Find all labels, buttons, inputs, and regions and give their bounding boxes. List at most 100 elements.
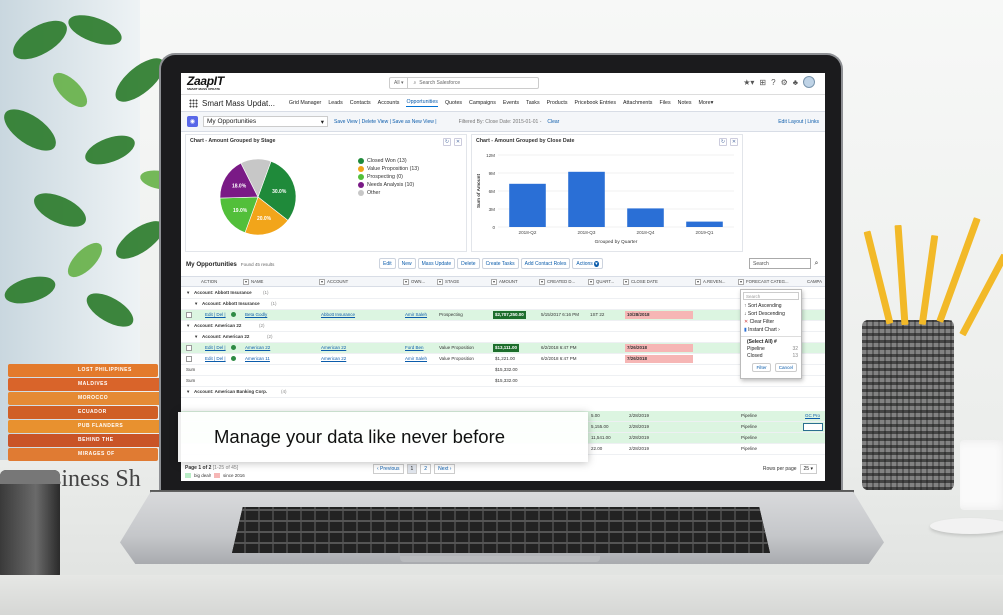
col-owner[interactable]: ▾ OWN... <box>403 279 425 285</box>
collapse-icon[interactable]: ▾ <box>195 301 197 307</box>
nav-item-opportunities[interactable]: Opportunities <box>406 99 438 107</box>
filter-option[interactable]: Pipeline 32 <box>741 346 801 353</box>
view-select[interactable]: My Opportunities ▾ <box>203 116 328 127</box>
nav-item-accounts[interactable]: Accounts <box>378 100 400 106</box>
row-account[interactable]: American 22 <box>321 345 346 350</box>
collapse-icon[interactable]: ▾ <box>187 290 189 296</box>
table-row[interactable]: Edit | Del | American 11 American 22 Ami… <box>181 354 825 365</box>
col-stage[interactable]: ▾ STAGE <box>437 279 459 285</box>
row-owner[interactable]: Ford Ben <box>405 345 424 350</box>
nav-item-contacts[interactable]: Contacts <box>350 100 371 106</box>
row-name[interactable]: American 22 <box>245 345 270 350</box>
row-actions[interactable]: Edit | Del | <box>205 312 226 317</box>
row-name[interactable]: Beta Godly <box>245 312 267 317</box>
nav-item-tasks[interactable]: Tasks <box>526 100 540 106</box>
collapse-icon[interactable]: ▾ <box>187 389 189 395</box>
group-row[interactable]: ▾ Account: American 22 (2) <box>181 332 825 343</box>
notifications-icon[interactable]: ♣ <box>793 78 798 87</box>
col-name[interactable]: ▾ NAME <box>243 279 263 285</box>
select-all-option[interactable]: (Select All) # <box>741 339 801 346</box>
col-forecast[interactable]: ▾ FORECAST CATEG... <box>738 279 789 285</box>
col-account[interactable]: ▾ ACCOUNT <box>319 279 348 285</box>
row-checkbox[interactable] <box>186 356 192 362</box>
nav-item-notes[interactable]: Notes <box>678 100 692 106</box>
nav-item-products[interactable]: Products <box>547 100 568 106</box>
column-menu-icon[interactable]: ▾ <box>243 279 249 285</box>
row-checkbox[interactable] <box>186 345 192 351</box>
row-account[interactable]: American 22 <box>321 356 346 361</box>
sort-descending-item[interactable]: ↓ Sort Descending <box>741 310 801 318</box>
col-amount[interactable]: ▾ AMOUNT <box>491 279 518 285</box>
column-menu-icon[interactable]: ▾ <box>539 279 545 285</box>
column-menu-icon[interactable]: ▾ <box>738 279 744 285</box>
filter-button[interactable]: Filter <box>752 363 771 372</box>
column-menu-icon[interactable]: ▾ <box>437 279 443 285</box>
add-contact-roles-button[interactable]: Add Contact Roles <box>520 258 571 269</box>
filter-option[interactable]: Closed 13 <box>741 353 801 360</box>
cancel-button[interactable]: Cancel <box>774 363 797 372</box>
search-icon[interactable]: ⌕ <box>812 258 821 269</box>
nav-item-quotes[interactable]: Quotes <box>445 100 462 106</box>
clear-filter-item[interactable]: ✕ Clear Filter <box>741 318 801 326</box>
column-menu-icon[interactable]: ▾ <box>403 279 409 285</box>
help-icon[interactable]: ? <box>771 78 775 87</box>
next-page-button[interactable]: Next › <box>434 464 456 474</box>
clear-filter-link[interactable]: Clear <box>547 119 559 125</box>
group-row[interactable]: ▾ Account: American 22 (2) <box>181 321 825 332</box>
column-menu-icon[interactable]: ▾ <box>695 279 701 285</box>
row-actions[interactable]: Edit | Del | <box>205 345 226 350</box>
global-search[interactable]: All ▾ ⌕ Search Salesforce <box>389 77 539 89</box>
col-revenue[interactable]: ▾ A.REVEN... <box>695 279 725 285</box>
sort-ascending-item[interactable]: ↑ Sort Ascending <box>741 302 801 310</box>
instant-chart-item[interactable]: ▮ Instant Chart › <box>741 326 801 334</box>
view-actions-links[interactable]: Save View | Delete View | Save as New Vi… <box>334 119 437 125</box>
filter-search-input[interactable]: Search <box>743 292 799 300</box>
previous-page-button[interactable]: ‹ Previous <box>373 464 404 474</box>
nav-item-attachments[interactable]: Attachments <box>623 100 652 106</box>
column-menu-icon[interactable]: ▾ <box>623 279 629 285</box>
create-tasks-button[interactable]: Create Tasks <box>481 258 519 269</box>
settings-icon[interactable]: ⚙ <box>781 78 788 87</box>
collapse-icon[interactable]: ▾ <box>195 334 197 340</box>
search-scope-select[interactable]: All ▾ <box>390 78 409 88</box>
column-menu-icon[interactable]: ▾ <box>491 279 497 285</box>
page-1-button[interactable]: 1 <box>406 464 418 474</box>
nav-item-events[interactable]: Events <box>503 100 519 106</box>
col-action[interactable]: ACTION <box>201 279 217 284</box>
mass-update-button[interactable]: Mass Update <box>417 258 456 269</box>
add-icon[interactable]: ⊞ <box>759 78 766 87</box>
group-row[interactable]: ▾ Account: American Banking Corp. (4) <box>181 387 825 398</box>
actions-button[interactable]: Actions ▾ <box>572 258 603 269</box>
app-launcher-icon[interactable] <box>189 98 198 108</box>
col-close-date[interactable]: ▾ CLOSE DATE <box>623 279 658 285</box>
collapse-icon[interactable]: ▾ <box>187 323 189 329</box>
row-account[interactable]: Abbott Insurance <box>321 312 355 317</box>
column-menu-icon[interactable]: ▾ <box>319 279 325 285</box>
col-created[interactable]: ▾ CREATED D... <box>539 279 575 285</box>
row-campaign[interactable]: GC Pro <box>805 413 820 418</box>
col-campaign[interactable]: CAMPA <box>807 279 822 284</box>
delete-button[interactable]: Delete <box>457 258 480 269</box>
nav-item-more[interactable]: More▾ <box>699 100 714 106</box>
table-row[interactable]: Edit | Del | Beta Godly Abbott Insurance… <box>181 310 825 321</box>
inline-edit-field[interactable] <box>803 423 823 431</box>
row-owner[interactable]: Amir Saleh <box>405 356 427 361</box>
row-checkbox[interactable] <box>186 312 192 318</box>
avatar[interactable] <box>803 76 815 88</box>
nav-item-grid-manager[interactable]: Grid Manager <box>289 100 321 106</box>
group-row[interactable]: ▾ Account: Abbott Insurance (1) <box>181 288 825 299</box>
row-name[interactable]: American 11 <box>245 356 270 361</box>
page-2-button[interactable]: 2 <box>420 464 432 474</box>
row-actions[interactable]: Edit | Del | <box>205 356 226 361</box>
favorites-icon[interactable]: ★▾ <box>743 78 754 87</box>
column-menu-icon[interactable]: ▾ <box>588 279 594 285</box>
col-quarter[interactable]: ▾ QUART... <box>588 279 614 285</box>
rows-per-page-select[interactable]: 25 ▾ <box>799 464 817 474</box>
table-row[interactable]: Edit | Del | American 22 American 22 For… <box>181 343 825 354</box>
edit-layout-link[interactable]: Edit Layout | Links <box>778 119 819 125</box>
new-button[interactable]: New <box>397 258 416 269</box>
nav-item-campaigns[interactable]: Campaigns <box>469 100 496 106</box>
grid-search-input[interactable]: Search <box>749 258 811 269</box>
nav-item-leads[interactable]: Leads <box>328 100 342 106</box>
nav-item-files[interactable]: Files <box>659 100 670 106</box>
